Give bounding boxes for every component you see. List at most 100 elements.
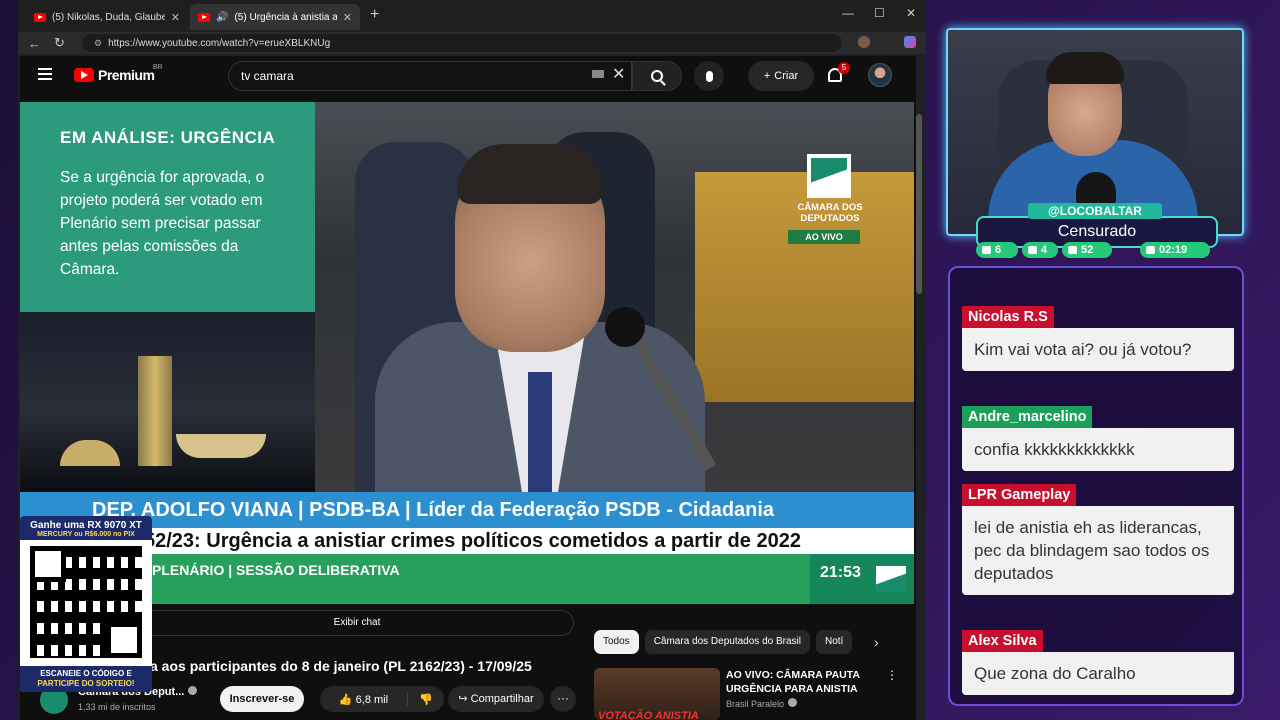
giveaway-footer-2-text: PARTICIPE DO SORTEIO! (37, 679, 135, 688)
region-code: BR (153, 64, 163, 71)
profile-icon[interactable] (858, 36, 870, 48)
more-actions-icon[interactable]: ··· (550, 686, 576, 712)
clear-search-icon[interactable]: ✕ (612, 64, 625, 84)
dislike-button[interactable]: 👎 (408, 693, 444, 706)
giveaway-footer: ESCANEIE O CÓDIGO E PARTICIPE DO SORTEIO… (20, 666, 152, 692)
video-player[interactable]: CÂMARA DOS DEPUTADOS AO VIVO EM ANÁLISE:… (20, 102, 914, 604)
like-dislike-group: 👍 6,8 mil 👎 (320, 686, 444, 712)
browser-window: (5) Nikolas, Duda, Glauber, Gayer ✕ 🔊 (5… (18, 0, 926, 720)
tab-1[interactable]: (5) Nikolas, Duda, Glauber, Gayer ✕ (26, 4, 188, 30)
maximize-icon[interactable]: ☐ (874, 6, 885, 20)
thumbs-down-icon: 👎 (419, 693, 433, 706)
like-button[interactable]: 👍 6,8 mil (320, 692, 408, 706)
youtube-header: Premium BR tv camara ✕ + Criar 5 (20, 56, 916, 98)
close-tab-icon[interactable]: ✕ (343, 11, 352, 24)
speaker-hair (457, 144, 603, 204)
chat-message: Andre_marcelino confia kkkkkkkkkkkkk (962, 406, 1234, 471)
video-title: a aos participantes do 8 de janeiro (PL … (150, 658, 532, 674)
recommendation-channel-text: Brasil Paralelo (726, 699, 785, 709)
voice-search-button[interactable] (694, 61, 724, 91)
tab-title: (5) Nikolas, Duda, Glauber, Gayer (52, 11, 165, 23)
info-panel: EM ANÁLISE: URGÊNCIA Se a urgência for a… (20, 102, 315, 492)
more-vert-icon[interactable]: ⋮ (886, 668, 898, 682)
page-scrollbar[interactable] (916, 114, 922, 294)
recommendation-title[interactable]: AO VIVO: CÂMARA PAUTA URGÊNCIA PARA ANIS… (726, 668, 876, 696)
create-button[interactable]: + Criar (748, 61, 814, 91)
stat-value: 52 (1081, 244, 1094, 256)
chat-message: LPR Gameplay lei de anistia eh as lidera… (962, 484, 1234, 595)
clock-icon (1146, 246, 1155, 254)
speaker-icon[interactable]: 🔊 (216, 12, 228, 23)
urgency-panel: EM ANÁLISE: URGÊNCIA Se a urgência for a… (20, 102, 315, 312)
verified-icon (788, 698, 798, 707)
search-value: tv camara (241, 69, 294, 83)
keyboard-icon[interactable] (592, 70, 604, 78)
search-input[interactable]: tv camara (228, 61, 632, 91)
broadcaster-name: CÂMARA DOS DEPUTADOS (797, 202, 863, 224)
plus-icon: + (763, 70, 771, 82)
premium-logo[interactable]: Premium (98, 67, 155, 83)
live-badge: AO VIVO (788, 230, 860, 244)
camara-logo-icon (807, 154, 851, 198)
giveaway-footer-1: ESCANEIE O CÓDIGO E (40, 669, 132, 678)
verified-icon (188, 686, 198, 695)
create-label: Criar (774, 70, 799, 82)
stat-value: 02:19 (1159, 244, 1188, 256)
subscriber-count: 1,33 mi de inscritos (78, 702, 156, 712)
chip-channel[interactable]: Câmara dos Deputados do Brasil (644, 630, 810, 654)
tab-2[interactable]: 🔊 (5) Urgência à anistia aos pa ✕ (190, 4, 360, 30)
giveaway-qr-overlay: Ganhe uma RX 9070 XT MERCURY ou R$6.000 … (20, 516, 152, 692)
youtube-logo-icon[interactable] (74, 68, 94, 82)
chat-message: Nicolas R.S Kim vai vota ai? ou já votou… (962, 306, 1234, 371)
search-icon (651, 70, 663, 82)
share-icon: ↪ (458, 693, 471, 705)
speaker-tie (528, 372, 552, 492)
giveaway-header: Ganhe uma RX 9070 XT MERCURY ou R$6.000 … (20, 516, 152, 540)
chat-message: Alex Silva Que zona do Caralho (962, 630, 1234, 695)
window-close-icon[interactable]: ✕ (906, 6, 916, 20)
close-tab-icon[interactable]: ✕ (171, 11, 180, 24)
microphone-icon (705, 70, 713, 82)
stat-kick: 52 (1062, 242, 1112, 258)
share-button[interactable]: ↪ Compartilhar (448, 686, 544, 712)
notification-badge: 5 (838, 62, 850, 74)
recommendation-thumbnail[interactable] (594, 668, 720, 720)
chat-text: lei de anistia eh as liderancas, pec da … (962, 506, 1234, 595)
twitch-icon (982, 246, 991, 254)
youtube-favicon-icon (198, 12, 210, 22)
recommendation-channel: Brasil Paralelo (726, 698, 798, 709)
stat-uptime: 02:19 (1140, 242, 1210, 258)
chip-news[interactable]: Notí (816, 630, 853, 654)
account-avatar[interactable] (868, 63, 892, 87)
congress-tower (138, 356, 172, 466)
youtube-page: Premium BR tv camara ✕ + Criar 5 CÂMARA … (20, 56, 922, 720)
panel-text: Se a urgência for aprovada, o projeto po… (60, 169, 265, 278)
subscribe-button[interactable]: Inscrever-se (220, 686, 304, 712)
like-count: 6,8 mil (355, 693, 389, 706)
menu-icon[interactable] (38, 68, 52, 80)
youtube-favicon-icon (34, 12, 46, 22)
chat-username: Andre_marcelino (962, 406, 1093, 428)
chat-text: confia kkkkkkkkkkkkk (962, 428, 1234, 471)
share-label: Compartilhar (470, 693, 534, 705)
back-icon[interactable]: ← (28, 36, 44, 51)
chat-username: Nicolas R.S (962, 306, 1054, 328)
chevron-right-icon[interactable]: › (874, 634, 879, 650)
new-tab-icon[interactable]: + (370, 6, 379, 24)
address-bar: ← ↻ ⚙ https://www.youtube.com/watch?v=er… (18, 32, 926, 54)
panel-heading: EM ANÁLISE: URGÊNCIA (60, 128, 276, 147)
thumbs-up-icon: 👍 (338, 693, 356, 706)
streamer-hair (1046, 52, 1124, 84)
site-info-icon[interactable]: ⚙ (94, 38, 102, 49)
streamer-handle: @LOCOBALTAR (1028, 203, 1162, 219)
url-field[interactable]: ⚙ https://www.youtube.com/watch?v=erueXB… (82, 34, 842, 52)
copilot-icon[interactable] (904, 36, 916, 48)
giveaway-line-1: Ganhe uma RX 9070 XT (30, 520, 142, 531)
minimize-icon[interactable]: — (842, 6, 854, 20)
search-button[interactable] (632, 61, 682, 91)
show-chat-button[interactable]: Exibir chat (140, 610, 574, 636)
microphone-head (605, 307, 645, 347)
camara-small-logo-icon (876, 566, 906, 592)
chip-all[interactable]: Todos (594, 630, 639, 654)
reload-icon[interactable]: ↻ (54, 35, 70, 51)
